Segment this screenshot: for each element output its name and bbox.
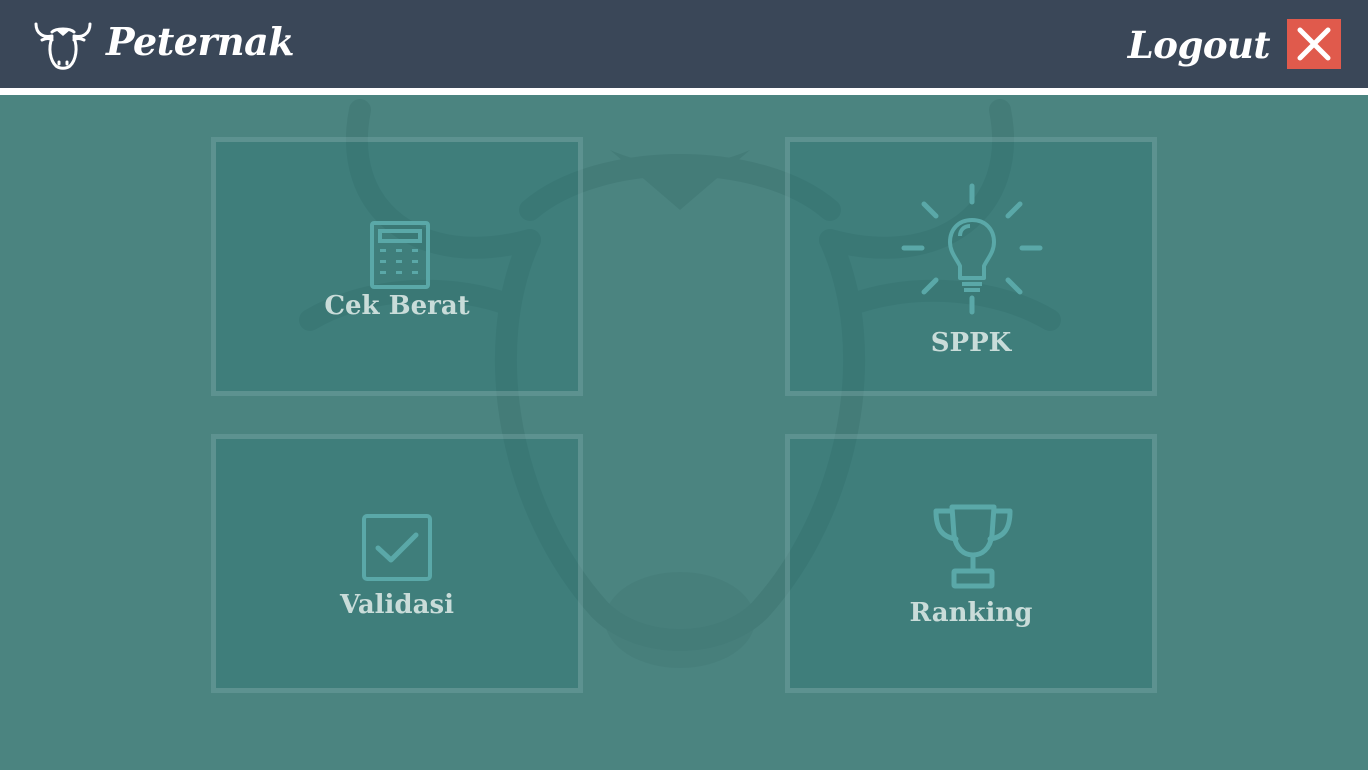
close-button[interactable] [1287,19,1341,69]
menu-tile-cek-berat[interactable]: Cek Berat [211,137,583,396]
close-icon [1297,27,1331,61]
trophy-icon [933,504,1013,589]
menu-tile-sppk[interactable]: SPPK [785,137,1157,396]
menu-tile-label: Cek Berat [324,291,470,321]
checkbox-icon [362,514,432,581]
menu-tile-label: Validasi [340,590,454,620]
menu-tile-label: SPPK [930,328,1012,358]
menu-tile-label: Ranking [909,598,1033,628]
top-bar: Peternak Logout [0,0,1368,88]
logout-link[interactable]: Logout [1128,17,1271,73]
app-title: Peternak [106,19,295,64]
lightbulb-icon [901,183,1043,315]
calculator-icon [370,221,430,289]
menu-tile-validasi[interactable]: Validasi [211,434,583,693]
cow-head-logo-icon [34,22,92,70]
menu-tile-ranking[interactable]: Ranking [785,434,1157,693]
